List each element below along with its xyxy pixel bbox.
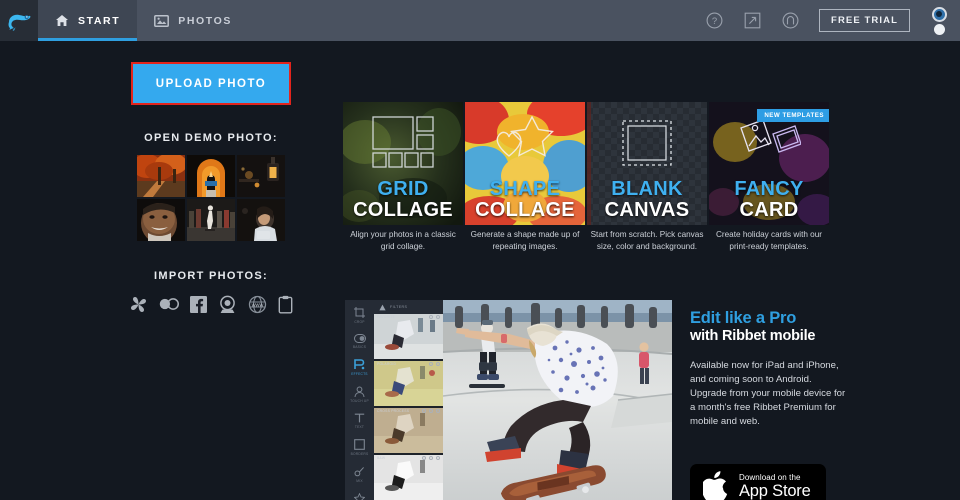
clipboard-icon[interactable] <box>278 294 293 314</box>
photo-cards-icon <box>709 116 829 166</box>
help-icon[interactable]: ? <box>705 11 724 30</box>
create-cards-row: GRID COLLAGE SHAPE COLLAGE BLANK CANVAS … <box>343 102 829 225</box>
demo-photo-grid <box>131 155 291 241</box>
grid-collage-label: GRID COLLAGE <box>353 178 453 221</box>
mobile-main-photo: ribbet.com <box>443 300 672 500</box>
app-store-small-label: Download on the <box>739 472 801 482</box>
grid-frames-icon <box>343 116 463 168</box>
svg-text:?: ? <box>712 16 717 27</box>
main-nav: START PHOTOS <box>38 0 249 41</box>
filter-thumb-polaroid[interactable]: POLAROID <box>374 361 443 406</box>
tab-photos-label: PHOTOS <box>178 14 232 27</box>
filters-icon <box>379 304 386 310</box>
fancy-card-description: Create holiday cards with our print-read… <box>715 230 823 251</box>
avatar-bottom-dot <box>933 23 945 35</box>
app-store-text: Download on the App Store <box>739 472 811 500</box>
demo-section-title: OPEN DEMO PHOTO: <box>144 132 278 144</box>
demo-photo-lantern[interactable] <box>237 155 285 197</box>
shape-collage-description: Generate a shape made up of repeating im… <box>470 230 580 251</box>
blank-canvas-card[interactable]: BLANK CANVAS <box>587 102 707 225</box>
avatar-top-dot <box>931 6 947 22</box>
demo-photo-street-crowd[interactable] <box>187 199 235 241</box>
grid-collage-card[interactable]: GRID COLLAGE <box>343 102 463 225</box>
shape-collage-card[interactable]: SHAPE COLLAGE <box>465 102 585 225</box>
tab-start[interactable]: START <box>38 0 138 41</box>
tab-photos[interactable]: PHOTOS <box>137 0 249 41</box>
stamp-frame-icon <box>587 116 707 170</box>
ribbet-mobile-screenshot: CROP BASICS EFFECTS TOUCH UP TEXT BORDER… <box>345 300 672 500</box>
facebook-icon[interactable] <box>190 294 207 314</box>
shape-collage-label: SHAPE COLLAGE <box>475 178 575 221</box>
app-logo[interactable] <box>0 0 38 41</box>
borders-tool-icon: BORDERS <box>345 439 374 456</box>
portrait-tool-icon: TOUCH UP <box>345 386 374 403</box>
promo-subheading: with Ribbet mobile <box>690 328 816 345</box>
tab-start-label: START <box>78 14 121 27</box>
account-icon[interactable] <box>781 11 800 30</box>
heart-star-icon <box>465 116 585 166</box>
exposure-tool-icon: BASICS <box>345 334 374 349</box>
mobile-filter-topbar: FILTERS <box>374 300 443 314</box>
text-tool-icon: TEXT <box>345 413 374 429</box>
top-header-bar: START PHOTOS ? FREE TRIAL <box>0 0 960 41</box>
blank-canvas-label: BLANK CANVAS <box>604 178 690 221</box>
mobile-tool-rail: CROP BASICS EFFECTS TOUCH UP TEXT BORDER… <box>345 300 374 500</box>
blank-canvas-description: Start from scratch. Pick canvas size, co… <box>590 230 704 251</box>
header-actions: ? FREE TRIAL <box>705 0 960 41</box>
svg-text:www: www <box>251 302 264 308</box>
app-store-button[interactable]: Download on the App Store <box>690 464 826 500</box>
user-avatar[interactable] <box>929 6 949 35</box>
app-store-large-label: App Store <box>739 482 811 500</box>
effects-tool-icon: EFFECTS <box>345 359 374 376</box>
promo-body: Available now for iPad and iPhone, and c… <box>690 360 846 427</box>
upload-photo-button[interactable]: UPLOAD PHOTO <box>131 62 291 105</box>
free-trial-button[interactable]: FREE TRIAL <box>819 9 910 32</box>
photos-icon <box>154 14 170 27</box>
frog-logo-icon <box>8 14 30 31</box>
demo-photo-autumn-trees[interactable] <box>137 155 185 197</box>
stickers-tool-icon: MIX <box>345 466 374 483</box>
import-sources-row: www <box>129 294 293 314</box>
new-templates-badge: NEW TEMPLATES <box>757 109 829 122</box>
crop-tool-icon: CROP <box>345 307 374 324</box>
frames-tool-icon: FRAMES <box>345 493 374 500</box>
demo-photo-orange-tunnel[interactable] <box>187 155 235 197</box>
skateboarder-photo: ribbet.com <box>443 300 672 500</box>
left-panel: UPLOAD PHOTO OPEN DEMO PHOTO: IMPORT PHO… <box>129 62 293 314</box>
promo-heading: Edit like a Pro <box>690 309 797 327</box>
demo-photo-woman-reading[interactable] <box>237 199 285 241</box>
home-icon <box>55 14 69 27</box>
web-url-icon[interactable]: www <box>248 294 267 314</box>
mobile-filter-list: FILTERS FAVORITE POLAROID CROSS PROCESS … <box>374 300 443 500</box>
filter-thumb-favorite[interactable]: FAVORITE <box>374 314 443 359</box>
fancy-card-label: FANCY CARD <box>734 178 804 221</box>
fancy-card-card[interactable]: NEW TEMPLATES FANCY CARD <box>709 102 829 225</box>
page-body: UPLOAD PHOTO OPEN DEMO PHOTO: IMPORT PHO… <box>0 41 960 500</box>
apple-logo-icon <box>703 471 728 500</box>
google-photos-icon[interactable] <box>129 294 148 314</box>
grid-collage-description: Align your photos in a classic grid coll… <box>350 230 456 251</box>
flickr-icon[interactable] <box>159 294 179 314</box>
webcam-icon[interactable] <box>218 294 237 314</box>
promo-text-block: Edit like a Pro with Ribbet mobile Avail… <box>690 309 850 429</box>
demo-photo-portrait-man[interactable] <box>137 199 185 241</box>
card-descriptions-row: Align your photos in a classic grid coll… <box>343 229 829 253</box>
expand-icon[interactable] <box>743 11 762 30</box>
import-section-title: IMPORT PHOTOS: <box>154 270 268 282</box>
filter-thumb-cross-process[interactable]: CROSS PROCESS <box>374 408 443 453</box>
filter-thumb-bw[interactable]: B&W <box>374 455 443 500</box>
